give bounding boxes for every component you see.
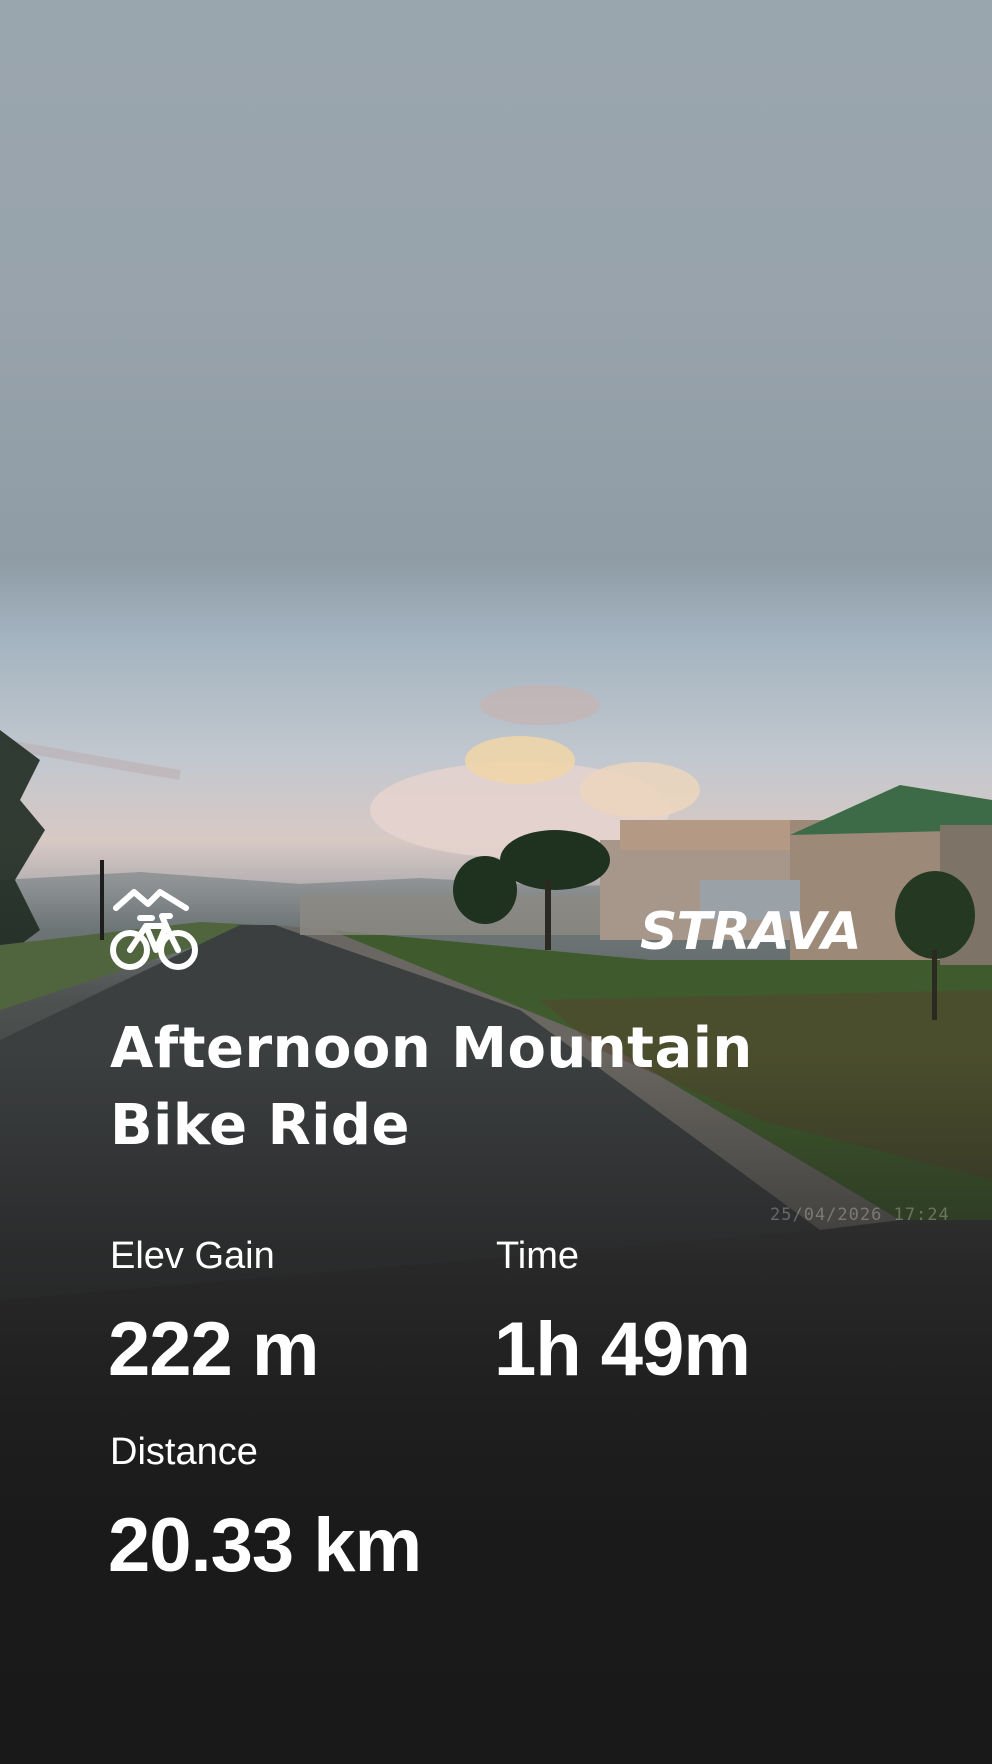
stat-label-elev-gain: Elev Gain	[110, 1235, 275, 1277]
photo-timestamp: 25/04/2026 17:24	[770, 1205, 950, 1225]
stat-label-distance: Distance	[110, 1431, 258, 1473]
mountain-bike-icon	[110, 889, 198, 970]
stat-label-time: Time	[496, 1235, 580, 1277]
stat-value-elev-gain: 222 m	[108, 1307, 319, 1392]
activity-share-card: 25/04/2026 17:24 STRAVA Afternoon Mounta…	[0, 0, 992, 1764]
stat-value-distance: 20.33 km	[108, 1503, 422, 1588]
stat-value-time: 1h 49m	[494, 1307, 751, 1392]
strava-logo: STRAVA	[640, 902, 862, 962]
activity-title: Afternoon Mountain Bike Ride	[110, 1016, 753, 1158]
